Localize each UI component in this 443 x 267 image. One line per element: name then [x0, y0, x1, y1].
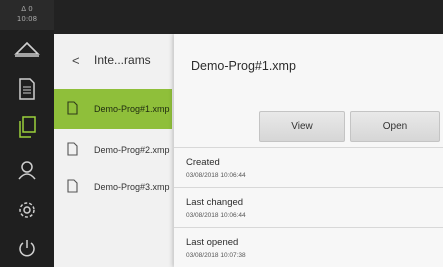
file-item-3[interactable]: Demo-Prog#3.xmp: [54, 167, 172, 207]
property-value: 03/08/2018 10:07:38: [186, 252, 246, 259]
back-button[interactable]: <: [72, 53, 80, 68]
file-icon: [67, 101, 78, 120]
open-button[interactable]: Open: [350, 111, 440, 142]
machine-icon[interactable]: [0, 34, 54, 64]
property-label: Last opened: [186, 237, 239, 248]
detail-title: Demo-Prog#1.xmp: [191, 59, 296, 73]
user-icon[interactable]: [0, 155, 54, 185]
view-button[interactable]: View: [259, 111, 345, 142]
top-bar: [54, 0, 443, 34]
clock: 10:08: [16, 15, 38, 23]
file-properties: Created 03/08/2018 10:06:44 Last changed…: [174, 147, 443, 267]
status-indicator: Δ 0: [21, 5, 33, 13]
copy-icon[interactable]: [0, 112, 54, 142]
settings-icon[interactable]: [0, 195, 54, 225]
file-icon: [67, 142, 78, 161]
program-manager: < Inte...rams Demo-Prog#1.xmp Demo-Prog#…: [54, 34, 443, 267]
file-list: < Inte...rams Demo-Prog#1.xmp Demo-Prog#…: [54, 34, 172, 267]
folder-title: Inte...rams: [94, 53, 151, 67]
property-value: 03/08/2018 10:06:44: [186, 172, 246, 179]
list-header: < Inte...rams: [54, 34, 172, 89]
property-label: Created: [186, 157, 220, 168]
document-icon[interactable]: [0, 74, 54, 104]
property-last-changed: Last changed 03/08/2018 10:06:44: [174, 187, 443, 227]
power-icon[interactable]: [0, 233, 54, 263]
file-icon: [67, 179, 78, 198]
file-name: Demo-Prog#2.xmp: [94, 145, 170, 155]
property-created: Created 03/08/2018 10:06:44: [174, 147, 443, 187]
file-name: Demo-Prog#1.xmp: [94, 104, 170, 114]
side-rail: Δ 0 10:08: [0, 0, 54, 267]
file-detail-panel: Demo-Prog#1.xmp View Open Created 03/08/…: [174, 34, 443, 267]
status-area: Δ 0 10:08: [0, 0, 54, 30]
file-item-1[interactable]: Demo-Prog#1.xmp: [54, 89, 172, 129]
property-last-opened: Last opened 03/08/2018 10:07:38: [174, 227, 443, 267]
file-item-2[interactable]: Demo-Prog#2.xmp: [54, 130, 172, 170]
property-label: Last changed: [186, 197, 244, 208]
property-value: 03/08/2018 10:06:44: [186, 212, 246, 219]
file-name: Demo-Prog#3.xmp: [94, 182, 170, 192]
